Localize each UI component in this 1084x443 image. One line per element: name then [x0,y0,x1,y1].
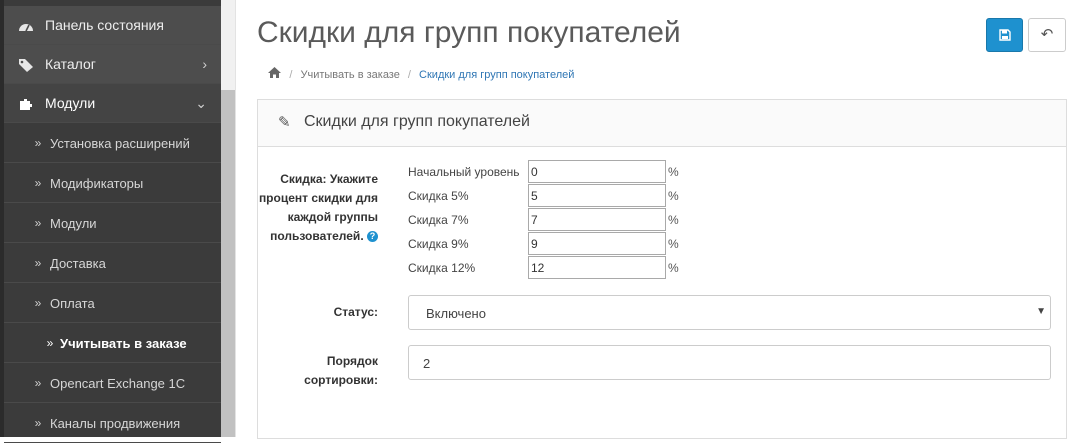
sidebar-item-shipping[interactable]: » Доставка [4,244,221,283]
panel-title: Скидки для групп покупателей [304,113,530,130]
sidebar-item-label: Модули [45,95,96,111]
sidebar-item-install-extensions[interactable]: » Установка расширений [4,124,221,163]
sidebar-item-exchange-1c[interactable]: » Opencart Exchange 1C [4,364,221,403]
sidebar-item-label: Учитывать в заказе [60,336,187,351]
sidebar-item-label: Доставка [50,256,106,271]
double-chevron-icon: » [46,336,54,350]
discount-field-label: Скидка: Укажите процент скидки для каждо… [258,170,378,246]
double-chevron-icon: » [34,216,42,230]
percent-unit: % [668,165,679,179]
sidebar-item-label: Модули [50,216,97,231]
breadcrumb-separator: / [289,69,293,81]
breadcrumb-item-current[interactable]: Скидки для групп покупателей [419,69,574,81]
discount-input-base[interactable] [528,160,666,183]
reply-icon: ↶ [1040,26,1054,43]
discount-row-label: Скидка 7% [408,213,469,227]
sidebar-item-label: Модификаторы [50,176,144,191]
sidebar-item-payment[interactable]: » Оплата [4,284,221,323]
chevron-right-icon: › [202,56,207,72]
floppy-disk-icon [998,29,1011,44]
sidebar: Панель состояния Каталог › Модули ⌄ » Ус… [0,0,221,443]
sort-order-field-label: Порядок сортировки: [304,354,378,387]
discount-input-9[interactable] [528,232,666,255]
double-chevron-icon: » [34,136,42,150]
percent-unit: % [668,213,679,227]
sidebar-item-order-totals[interactable]: » Учитывать в заказе [4,324,221,363]
discount-label-text: Скидка: Укажите процент скидки для каждо… [258,172,378,243]
percent-unit: % [668,261,679,275]
sidebar-item-label: Панель состояния [45,17,164,33]
double-chevron-icon: » [34,376,42,390]
sidebar-item-label: Установка расширений [50,136,190,151]
page-title: Скидки для групп покупателей [257,16,681,49]
sidebar-scrollbar-thumb[interactable] [221,90,235,437]
double-chevron-icon: » [34,256,42,270]
sidebar-item-modifiers[interactable]: » Модификаторы [4,164,221,203]
sidebar-item-label: Opencart Exchange 1C [50,376,186,391]
status-select-value: Включено [426,306,486,321]
help-icon[interactable]: ? [367,231,378,243]
sort-order-input[interactable]: 2 [408,345,1051,380]
pencil-icon: ✎ [278,114,291,131]
double-chevron-icon: » [34,296,42,310]
sort-order-value: 2 [423,356,431,371]
panel-heading: ✎ Скидки для групп покупателей [258,100,1066,147]
puzzle-icon [16,84,36,126]
sidebar-item-marketing-channels[interactable]: » Каналы продвижения [4,404,221,443]
sidebar-item-dashboard[interactable]: Панель состояния [4,6,221,45]
double-chevron-icon: » [34,176,42,190]
discount-row-label: Скидка 5% [408,189,469,203]
discount-row-label: Скидка 9% [408,237,469,251]
percent-unit: % [668,237,679,251]
caret-down-icon: ▼ [1036,306,1046,317]
sidebar-item-label: Каталог [45,56,96,72]
home-icon[interactable] [268,67,284,81]
discount-input-5[interactable] [528,184,666,207]
save-button[interactable] [986,18,1023,52]
sidebar-item-modules-sub[interactable]: » Модули [4,204,221,243]
discount-input-12[interactable] [528,256,666,279]
breadcrumb-separator: / [407,69,411,81]
discount-row-label: Начальный уровень [408,165,520,179]
status-select[interactable]: Включено ▼ [408,295,1051,330]
breadcrumb-item-order-totals[interactable]: Учитывать в заказе [300,69,399,81]
percent-unit: % [668,189,679,203]
sidebar-item-modules[interactable]: Модули ⌄ [4,84,221,123]
status-field-label: Статус: [333,305,378,319]
tag-icon [16,45,36,87]
double-chevron-icon: » [34,416,42,430]
back-button[interactable]: ↶ [1028,18,1066,52]
discount-input-7[interactable] [528,208,666,231]
sidebar-item-catalog[interactable]: Каталог › [4,45,221,84]
sidebar-item-label: Оплата [50,296,95,311]
sidebar-item-label: Каналы продвижения [50,416,181,431]
dashboard-icon [16,6,36,48]
discount-row-label: Скидка 12% [408,261,476,275]
chevron-down-icon: ⌄ [195,95,207,111]
breadcrumb: / Учитывать в заказе / Скидки для групп … [268,67,574,81]
